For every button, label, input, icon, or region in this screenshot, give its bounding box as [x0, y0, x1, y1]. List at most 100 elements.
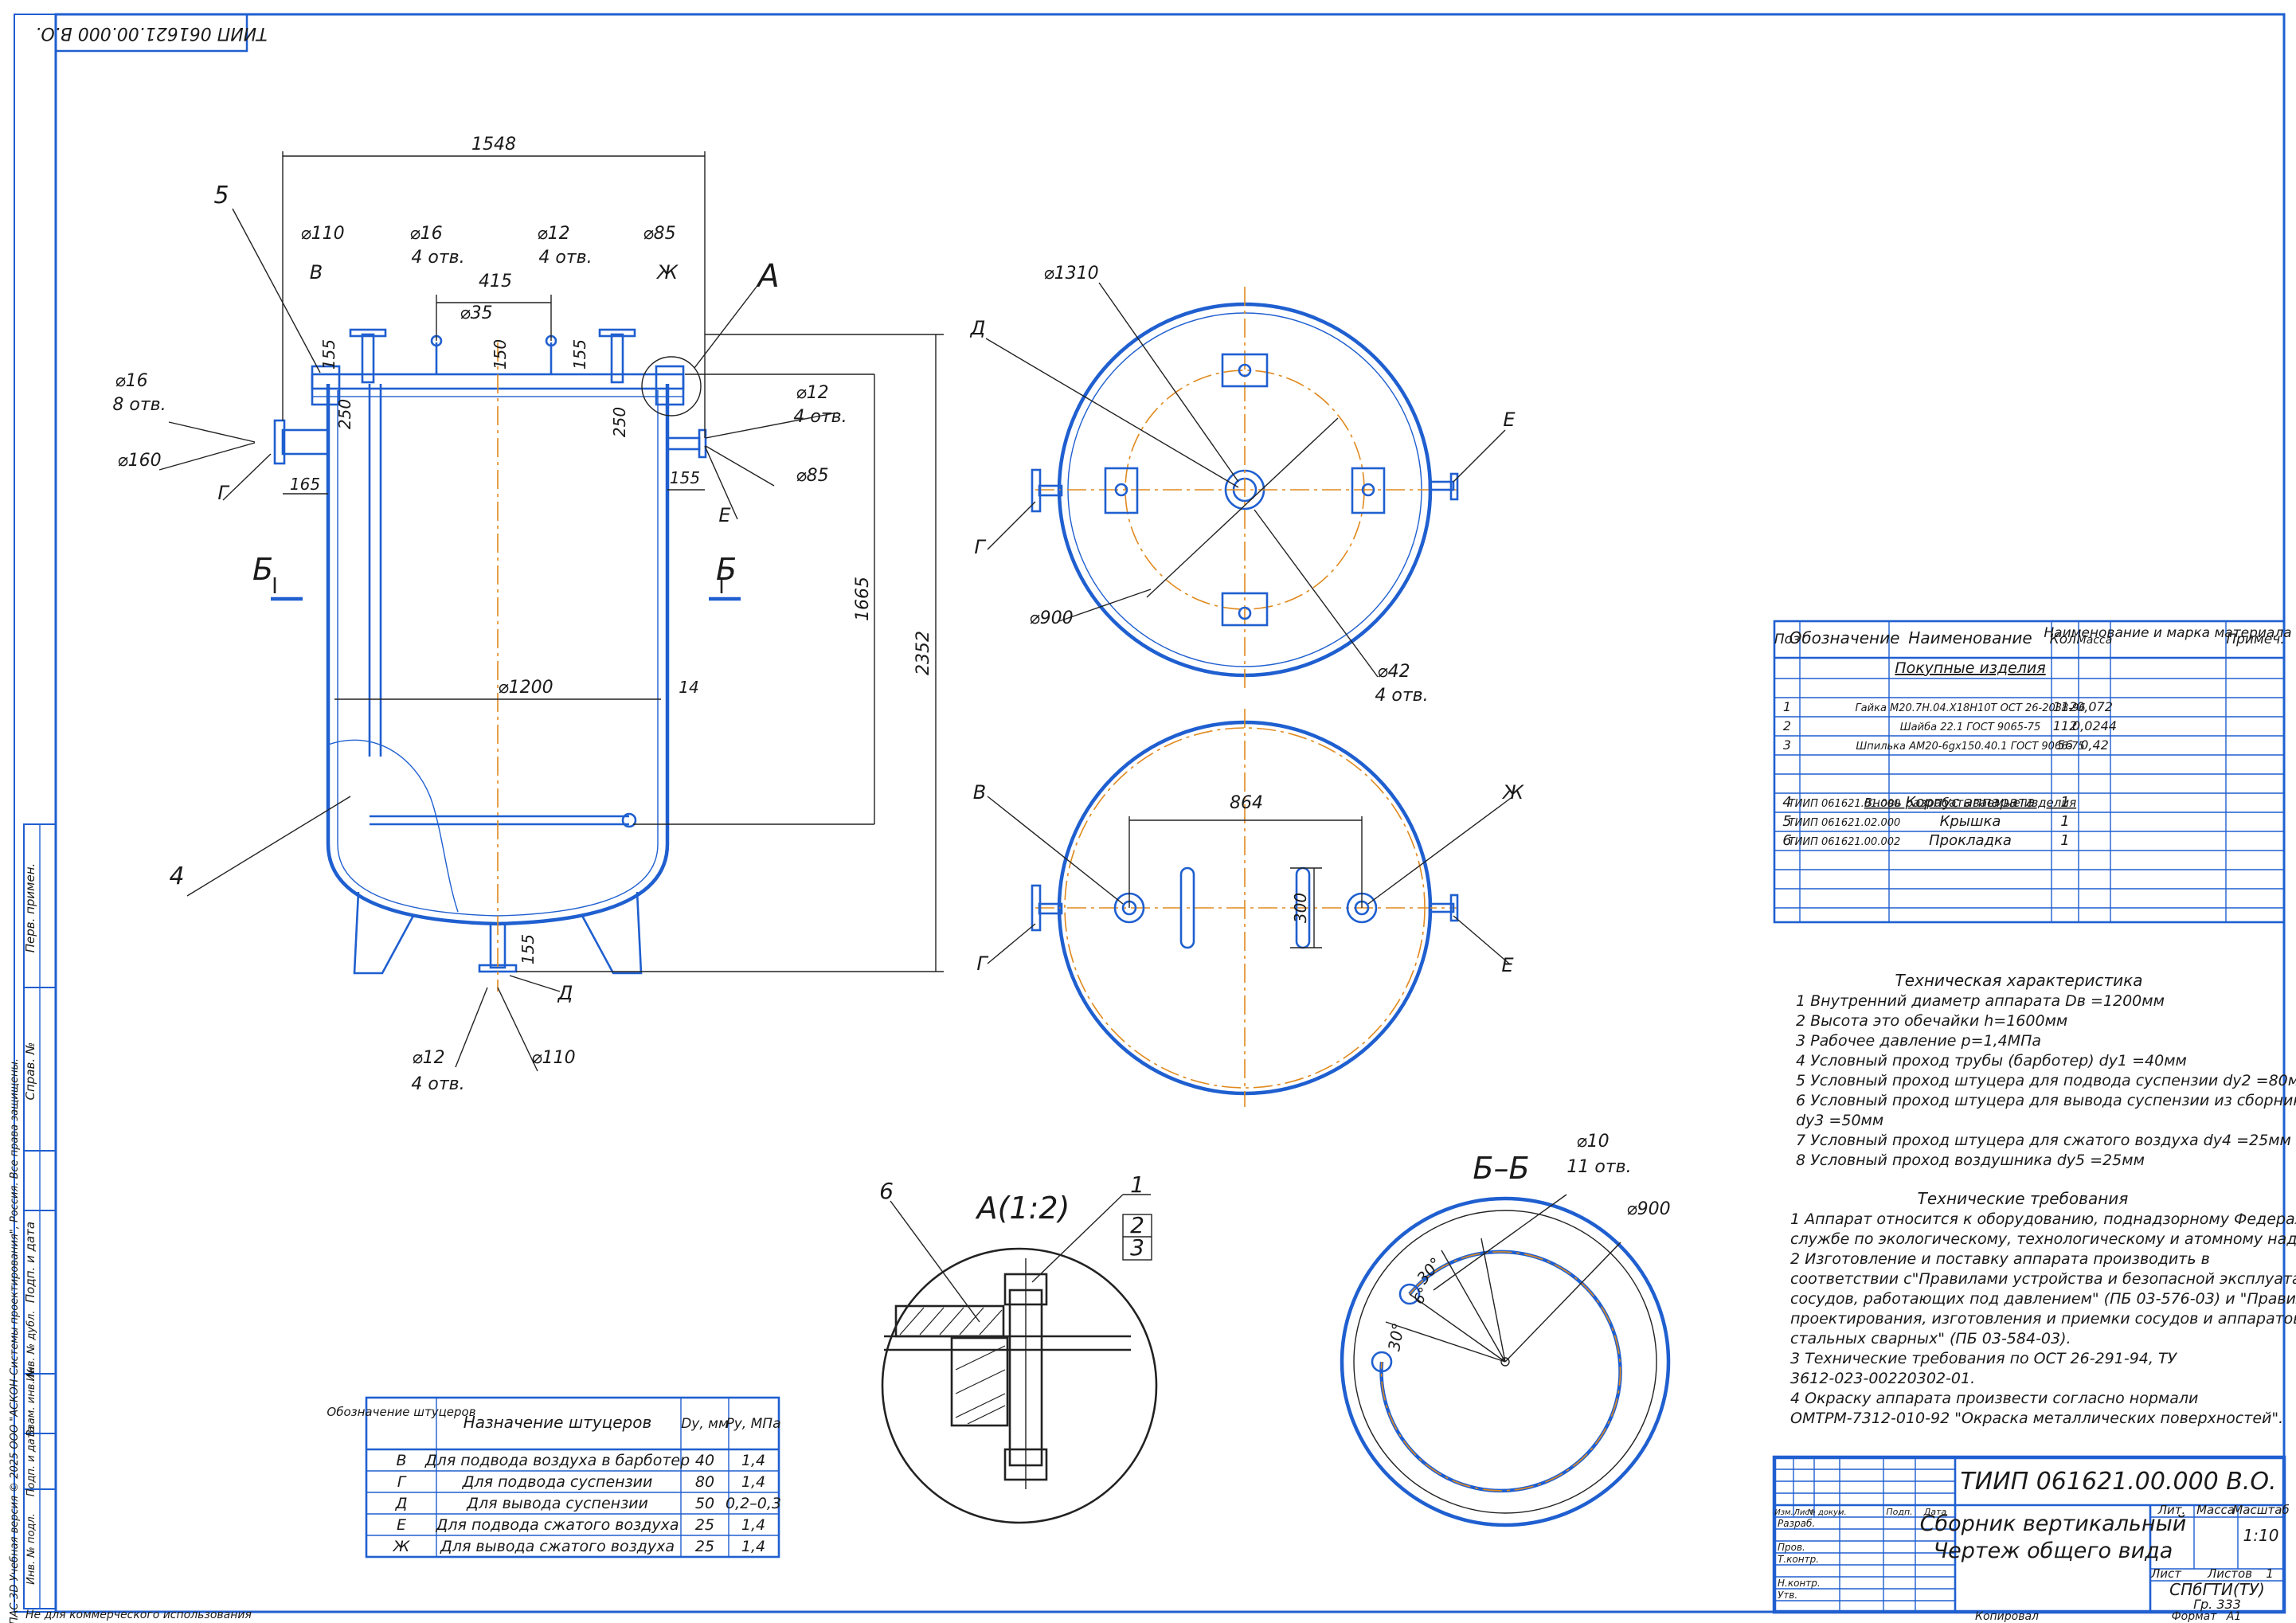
label-E: Е	[718, 504, 731, 526]
dim-250a: 250	[335, 399, 354, 429]
side-podp-data1: Подп. и дата	[23, 1222, 37, 1303]
nozzle-cell: Для подвода воздуха в барботер	[424, 1452, 690, 1469]
techreq-line: 2 Изготовление и поставку аппарата произ…	[1790, 1250, 2210, 1268]
spec-h-naim: Наименование	[1908, 628, 2032, 647]
techchar-line: 4 Условный проход трубы (барботер) dу1 =…	[1796, 1052, 2187, 1070]
tb-mass: Масса	[2196, 1503, 2235, 1517]
dim-155: 155	[670, 468, 700, 487]
nozzle-cell: Для подвода суспензии	[462, 1473, 653, 1491]
detailA-pos3: 3	[1130, 1234, 1144, 1261]
nozzle-cell: Для подвода сжатого воздуха	[435, 1516, 679, 1534]
dim-d12: ⌀12	[537, 224, 569, 244]
spec-section2: Вновь разрабатываемые изделия	[1864, 796, 2076, 810]
dim-d16-side: ⌀16	[115, 371, 147, 391]
techreq-line: проектирования, изготовления и приемки с…	[1790, 1310, 2296, 1328]
spec-cell: Шпилька АМ20-6gх150.40.1 ГОСТ 9066-75	[1856, 741, 2084, 753]
techreq-line: стальных сварных" (ПБ 03-584-03).	[1790, 1330, 2071, 1347]
dim-d1200: ⌀1200	[498, 678, 553, 698]
tb-nkontr: Н.контр.	[1778, 1578, 1821, 1589]
nozzle-cell: Для вывода сжатого воздуха	[440, 1538, 675, 1555]
techchar-line: dу3 =50мм	[1796, 1112, 1883, 1129]
techreq-line: 3612-023-00220302-01.	[1790, 1370, 1975, 1387]
tb-sheets-n: 1	[2266, 1566, 2274, 1581]
tb-prov: Пров.	[1778, 1542, 1805, 1553]
tb-sheets: Листов	[2207, 1566, 2252, 1581]
label-B-left: Б	[252, 552, 273, 587]
spec-cell: 112	[2053, 699, 2078, 714]
tb-ndoc: № докум.	[1806, 1508, 1846, 1517]
nozzle-cell: 0,2–0,3	[726, 1495, 781, 1512]
main-view: 1548 ⌀110 ⌀16 4 отв. ⌀12 4 отв. ⌀85 415 …	[112, 135, 944, 1094]
techreq-title: Технические требования	[1918, 1189, 2129, 1208]
dim-250b: 250	[610, 407, 629, 437]
nozzle-cell: 1,4	[741, 1516, 765, 1534]
side-inv-dubl: Инв. № дубл.	[25, 1311, 37, 1382]
tb-podp: Подп.	[1886, 1507, 1912, 1517]
techchar-line: 3 Рабочее давление p=1,4МПа	[1796, 1032, 2041, 1050]
nz-h1: Назначение штуцеров	[464, 1413, 652, 1432]
spec-cell: ТИИП 061621.00.002	[1789, 836, 1901, 848]
tb-format: Формат	[2172, 1610, 2218, 1623]
rotated-stamp: ТИИП 061621.00.000 В.О.	[35, 13, 268, 53]
side-podp-data2: Подп. и дата	[25, 1426, 37, 1497]
spec-cell: 3	[1783, 737, 1791, 753]
nozzle-cell: Е	[397, 1516, 406, 1534]
tb-izm: Изм.	[1774, 1508, 1793, 1517]
bottom-view: В Ж Г Е 864 300	[973, 709, 1524, 1107]
dim-holes4-side: 4 отв.	[793, 407, 847, 427]
bb-ang30a: 30°	[1413, 1253, 1445, 1288]
label-pos4: 4	[169, 862, 184, 890]
dim-d85: ⌀85	[643, 224, 675, 244]
bb-ang30b: 30°	[1384, 1321, 1408, 1352]
tb-tkontr: Т.контр.	[1778, 1554, 1819, 1565]
tb-scale-label: Масштаб	[2232, 1503, 2289, 1517]
dim-holes4b: 4 отв.	[538, 248, 592, 268]
nozzle-cell: 80	[695, 1473, 714, 1491]
nozzle-cell: 1,4	[741, 1452, 765, 1469]
spec-cell: 2	[1783, 718, 1791, 733]
tb-kopiroval: Копировал	[1975, 1610, 2039, 1623]
nz-h0a: Обозначение штуцеров	[327, 1405, 475, 1419]
techreq-line: соответствии с"Правилами устройства и бе…	[1790, 1270, 2296, 1288]
bb-d900: ⌀900	[1626, 1199, 1670, 1219]
bottom-300: 300	[1291, 893, 1310, 923]
techchar-line: 6 Условный проход штуцера для вывода сус…	[1796, 1092, 2296, 1109]
bottom-E: Е	[1501, 954, 1514, 976]
dim-155-bottom: 155	[518, 934, 538, 964]
nozzle-cell: 25	[695, 1516, 714, 1534]
dim-d85-side: ⌀85	[796, 466, 828, 486]
bb-title: Б–Б	[1473, 1151, 1529, 1186]
top-d42: ⌀42	[1377, 662, 1410, 682]
spec-cell: 56	[2057, 737, 2073, 753]
label-V: В	[310, 261, 323, 284]
spec-section1: Покупные изделия	[1895, 659, 2045, 677]
dim-165: 165	[290, 475, 320, 494]
spec-cell: 1	[2060, 832, 2069, 849]
spec-cell: Крышка	[1940, 813, 2001, 830]
dim-holes4-bottom: 4 отв.	[411, 1074, 464, 1094]
nozzle-cell: В	[396, 1452, 406, 1469]
bottom-V: В	[973, 781, 986, 804]
label-B-right: Б	[716, 552, 737, 587]
nozzle-cell: Ж	[393, 1538, 411, 1555]
dim-d35: ⌀35	[460, 303, 492, 323]
spec-h-prim: Примеч.	[2226, 632, 2284, 647]
tb-data: Дата	[1923, 1507, 1947, 1517]
nozzle-cell: 25	[695, 1538, 714, 1555]
top-holes4: 4 отв.	[1375, 686, 1428, 706]
dim-14: 14	[679, 678, 698, 697]
bb-d10: ⌀10	[1576, 1132, 1609, 1152]
dim-d110: ⌀110	[300, 224, 344, 244]
dim-d110-bottom: ⌀110	[531, 1048, 575, 1068]
noncommercial-notice: Не для коммерческого использования	[25, 1609, 252, 1621]
nozzle-table: В Для подвода воздуха в барботер 40 1,4 Г Для…	[327, 1396, 781, 1558]
techchar-line: 8 Условный проход воздушника dу5 =25мм	[1796, 1152, 2145, 1169]
nozzle-cell: 50	[695, 1495, 714, 1512]
techreq-line: 1 Аппарат относится к оборудованию, подн…	[1790, 1210, 2296, 1228]
dim-2352: 2352	[913, 631, 933, 675]
dim-d12-side: ⌀12	[796, 383, 828, 403]
side-block: Перв. примен. Справ. № Подп. и дата Взам…	[9, 823, 252, 1623]
spec-cell: 0,0244	[2072, 718, 2117, 733]
tb-scale: 1:10	[2243, 1526, 2279, 1545]
dim-holes8: 8 отв.	[112, 395, 166, 415]
